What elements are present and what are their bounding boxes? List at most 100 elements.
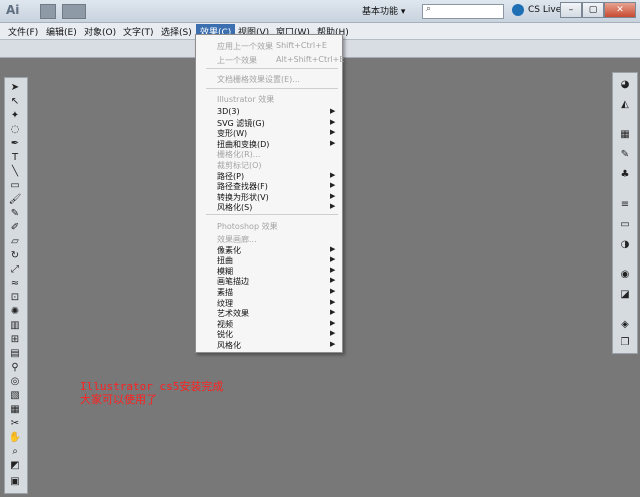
menu-item[interactable]: 模糊 [217,266,233,277]
workspace-switcher[interactable]: 基本功能 ▾ [362,4,405,17]
swatches-icon[interactable]: ▦ [619,129,631,141]
menu-item[interactable]: 扭曲 [217,255,233,266]
color-icon[interactable]: ◕ [619,79,631,91]
submenu-arrow-icon: ▶ [330,138,336,147]
menu-item[interactable]: 画笔描边 [217,276,249,287]
blend-icon[interactable]: ◎ [8,375,22,388]
minimize-button[interactable]: – [560,2,582,18]
menu-item[interactable]: 路径(P) [217,171,244,182]
color-guide-icon[interactable]: ◭ [619,99,631,111]
type-icon[interactable]: T [8,151,22,164]
menu-item[interactable]: SVG 滤镜(G) [217,118,265,129]
submenu-arrow-icon: ▶ [330,340,336,348]
transparency-icon[interactable]: ◑ [619,239,631,251]
paintbrush-icon[interactable]: 🖌 [8,193,22,206]
search-field[interactable]: ⌕ [422,4,504,19]
menu-item[interactable]: 效果画廊... [217,234,257,245]
live-paint-icon[interactable]: ▧ [8,389,22,402]
submenu-arrow-icon: ▶ [330,308,336,317]
bridge-icon[interactable] [40,4,56,19]
direct-selection-icon[interactable]: ↖ [8,95,22,108]
menu-item[interactable]: 艺术效果 [217,308,249,319]
rotate-icon[interactable]: ↻ [8,249,22,262]
search-icon: ⌕ [426,4,432,14]
maximize-button[interactable]: ▢ [582,2,604,18]
pencil-icon[interactable]: ✎ [8,207,22,220]
close-button[interactable]: ✕ [604,2,636,18]
menu-item[interactable]: 风格化(S) [217,202,252,213]
submenu-arrow-icon: ▶ [330,329,336,338]
graphic-styles-icon[interactable]: ◪ [619,289,631,301]
illustrator-effects-header: Illustrator 效果 [217,95,275,104]
install-note-line2: 大家可以使用了 [80,393,157,406]
artboard-icon[interactable]: ▦ [8,403,22,416]
appearance-icon[interactable]: ◉ [619,269,631,281]
menu-separator [206,68,338,69]
brushes-icon[interactable]: ✎ [619,149,631,161]
menu-type[interactable]: 文字(T) [123,25,154,38]
menu-item[interactable]: 风格化 [217,340,241,351]
menu-file[interactable]: 文件(F) [8,25,38,38]
scale-icon[interactable]: ⤢ [8,263,22,276]
gradient-icon[interactable]: ▤ [8,347,22,360]
symbols-icon[interactable]: ♣ [619,169,631,181]
menu-item[interactable]: 变形(W) [217,128,247,139]
blob-brush-icon[interactable]: ✐ [8,221,22,234]
arrange-documents-icon[interactable] [62,4,86,19]
menu-item[interactable]: 路径查找器(F) [217,181,268,192]
menu-item[interactable]: 3D(3) [217,107,240,116]
menu-item[interactable]: 扭曲和变换(D) [217,139,269,150]
menu-last-effect[interactable]: 上一个效果 [217,55,257,66]
window-controls: – ▢ ✕ [560,2,636,18]
menu-item[interactable]: 转换为形状(V) [217,192,269,203]
title-bar: Ai 基本功能 ▾ ⌕ CS Live ▾ – ▢ ✕ [0,0,640,23]
menu-apply-last-effect[interactable]: 应用上一个效果 [217,41,273,52]
lasso-icon[interactable]: ◌ [8,123,22,136]
selection-icon[interactable]: ➤ [8,81,22,94]
menu-item[interactable]: 纹理 [217,298,233,309]
menu-document-raster-settings[interactable]: 文档栅格效果设置(E)... [217,74,300,85]
menu-item[interactable]: 裁剪标记(O) [217,160,262,171]
zoom-icon[interactable]: ⌕ [8,445,22,458]
slice-icon[interactable]: ✂ [8,417,22,430]
magic-wand-icon[interactable]: ✦ [8,109,22,122]
panel-dock: ◕ ◭ ▦ ✎ ♣ ≡ ▭ ◑ ◉ ◪ ◈ ❐ [612,72,638,354]
submenu-arrow-icon: ▶ [330,181,336,190]
menu-separator [206,214,338,215]
menu-select[interactable]: 选择(S) [161,25,192,38]
submenu-arrow-icon: ▶ [330,297,336,306]
line-icon[interactable]: ╲ [8,165,22,178]
menu-item[interactable]: 像素化 [217,245,241,256]
eyedropper-icon[interactable]: ⚲ [8,361,22,374]
artboards-panel-icon[interactable]: ❐ [619,337,631,349]
stroke-icon[interactable]: ≡ [619,199,631,211]
submenu-arrow-icon: ▶ [330,276,336,285]
menu-item[interactable]: 素描 [217,287,233,298]
cs-live-icon[interactable] [512,4,524,16]
submenu-arrow-icon: ▶ [330,107,336,115]
graph-icon[interactable]: ▥ [8,319,22,332]
fill-stroke-icon[interactable]: ◩ [8,459,22,472]
gradient-panel-icon[interactable]: ▭ [619,219,631,231]
menu-edit[interactable]: 编辑(E) [46,25,77,38]
pen-icon[interactable]: ✒ [8,137,22,150]
mesh-icon[interactable]: ⊞ [8,333,22,346]
menu-item[interactable]: 栅格化(R)... [217,149,260,160]
app-logo: Ai [6,3,20,17]
rectangle-icon[interactable]: ▭ [8,179,22,192]
warp-icon[interactable]: ≈ [8,277,22,290]
symbol-sprayer-icon[interactable]: ✺ [8,305,22,318]
screen-mode-icon[interactable]: ▣ [8,475,22,488]
tools-panel: ➤ ↖ ✦ ◌ ✒ T ╲ ▭ 🖌 ✎ ✐ ▱ ↻ ⤢ ≈ ⊡ ✺ ▥ ⊞ ▤ … [4,77,28,494]
submenu-arrow-icon: ▶ [330,265,336,274]
eraser-icon[interactable]: ▱ [8,235,22,248]
hand-icon[interactable]: ✋ [8,431,22,444]
free-transform-icon[interactable]: ⊡ [8,291,22,304]
layers-icon[interactable]: ◈ [619,319,631,331]
menu-item[interactable]: 锐化 [217,329,233,340]
menu-item[interactable]: 视频 [217,319,233,330]
submenu-arrow-icon: ▶ [330,318,336,327]
menu-object[interactable]: 对象(O) [84,25,116,38]
submenu-arrow-icon: ▶ [330,244,336,253]
shortcut-last-effect: Alt+Shift+Ctrl+E [276,55,345,64]
